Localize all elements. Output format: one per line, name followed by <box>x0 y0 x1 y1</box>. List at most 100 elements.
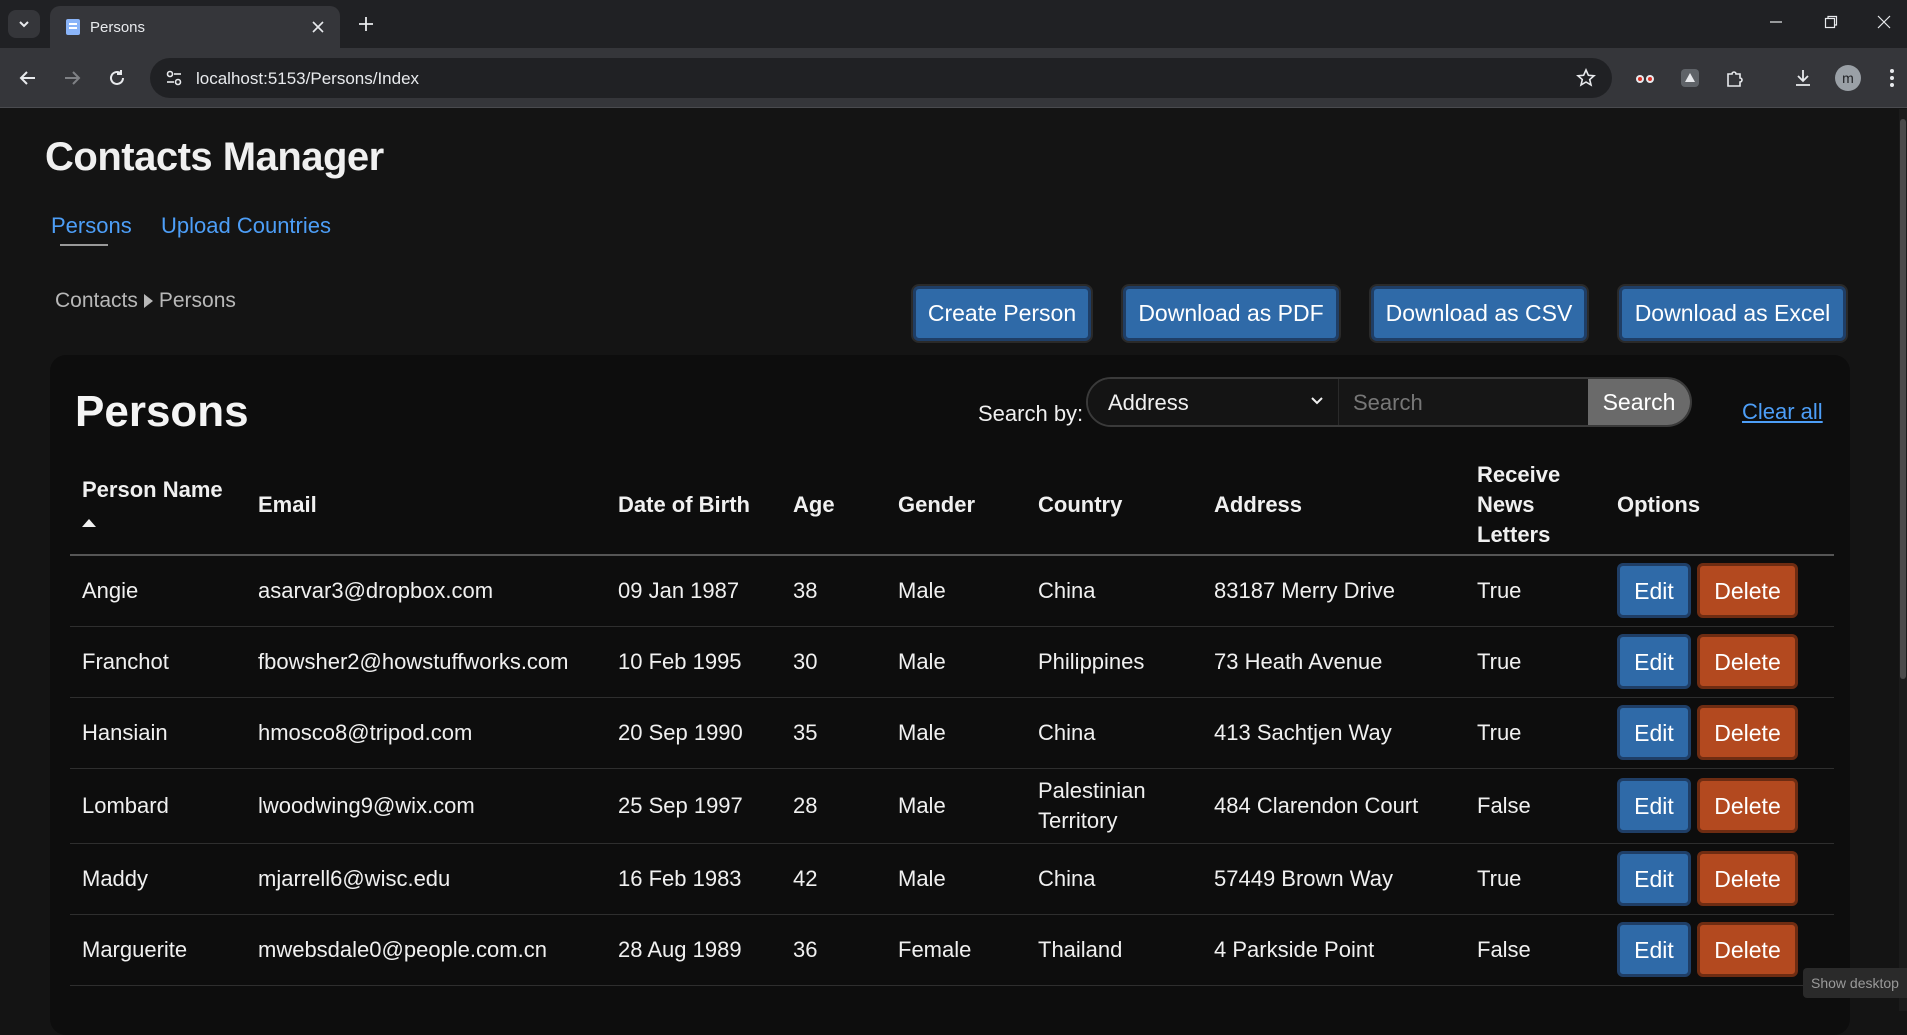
delete-button[interactable]: Delete <box>1697 705 1798 760</box>
tab-close-button[interactable] <box>306 15 330 39</box>
page-favicon-icon <box>66 19 80 35</box>
column-header-date-of-birth[interactable]: Date of Birth <box>606 455 781 556</box>
column-header-receive-news-letters[interactable]: Receive News Letters <box>1465 455 1605 556</box>
cell-gender: Male <box>886 697 1026 769</box>
breadcrumb-root[interactable]: Contacts <box>55 289 138 313</box>
restore-button[interactable] <box>1808 0 1854 44</box>
country-line: Territory <box>1038 807 1118 833</box>
cell-email: asarvar3@dropbox.com <box>246 555 606 627</box>
minimize-button[interactable] <box>1753 0 1799 44</box>
show-desktop-tooltip: Show desktop <box>1803 968 1907 998</box>
extension-button-2[interactable] <box>1676 64 1704 92</box>
cell-options: Edit Delete <box>1605 626 1834 698</box>
search-by-select[interactable]: Address <box>1088 379 1338 425</box>
search-by-value: Address <box>1108 390 1189 415</box>
reload-button[interactable] <box>101 62 133 94</box>
download-csv-button[interactable]: Download as CSV <box>1371 286 1587 341</box>
cell-gender: Male <box>886 843 1026 915</box>
cell-address: 83187 Merry Drive <box>1202 555 1465 627</box>
header-label: Person Name <box>82 476 223 502</box>
address-bar[interactable]: localhost:5153/Persons/Index <box>150 58 1612 98</box>
tune-icon <box>166 70 182 86</box>
bookmark-button[interactable] <box>1574 66 1598 90</box>
cell-country: China <box>1026 843 1202 915</box>
forward-button[interactable] <box>56 62 88 94</box>
cell-address: 57449 Brown Way <box>1202 843 1465 915</box>
cell-name: Marguerite <box>70 914 246 986</box>
delete-button[interactable]: Delete <box>1697 851 1798 906</box>
cell-name: Maddy <box>70 843 246 915</box>
edit-button[interactable]: Edit <box>1617 778 1691 833</box>
star-icon <box>1576 68 1596 87</box>
edit-button[interactable]: Edit <box>1617 922 1691 977</box>
back-button[interactable] <box>12 62 44 94</box>
cell-country: Philippines <box>1026 626 1202 698</box>
delete-button[interactable]: Delete <box>1697 778 1798 833</box>
cell-email: mwebsdale0@people.com.cn <box>246 914 606 986</box>
site-info-button[interactable] <box>162 66 186 90</box>
nav-link-upload-countries[interactable]: Upload Countries <box>161 213 331 239</box>
cell-gender: Female <box>886 914 1026 986</box>
browser-tab[interactable]: Persons <box>50 6 340 48</box>
cell-dob: 28 Aug 1989 <box>606 914 781 986</box>
page-scrollbar[interactable] <box>1899 109 1907 1011</box>
downloads-button[interactable] <box>1789 64 1817 92</box>
cell-news: False <box>1465 914 1605 986</box>
delete-button[interactable]: Delete <box>1697 634 1798 689</box>
close-window-button[interactable] <box>1861 0 1907 44</box>
tab-search-button[interactable] <box>8 10 40 38</box>
new-tab-button[interactable] <box>352 10 380 38</box>
profile-avatar[interactable]: m <box>1835 65 1861 91</box>
glasses-extension-icon <box>1636 75 1654 83</box>
cell-options: Edit Delete <box>1605 697 1834 769</box>
cell-name: Hansiain <box>70 697 246 769</box>
cell-dob: 20 Sep 1990 <box>606 697 781 769</box>
browser-menu-button[interactable] <box>1878 64 1906 92</box>
cell-address: 4 Parkside Point <box>1202 914 1465 986</box>
persons-table: Person Name Email Date of Birth Age Gend… <box>70 455 1834 986</box>
search-input[interactable]: Search <box>1338 379 1588 425</box>
cell-news: True <box>1465 555 1605 627</box>
column-header-email[interactable]: Email <box>246 455 606 556</box>
tab-title: Persons <box>90 19 146 36</box>
cell-address: 484 Clarendon Court <box>1202 768 1465 844</box>
edit-button[interactable]: Edit <box>1617 705 1691 760</box>
cell-name: Lombard <box>70 768 246 844</box>
cell-age: 42 <box>781 843 886 915</box>
cell-age: 38 <box>781 555 886 627</box>
url-text: localhost:5153/Persons/Index <box>196 69 420 88</box>
cell-gender: Male <box>886 768 1026 844</box>
download-excel-button[interactable]: Download as Excel <box>1619 286 1846 341</box>
column-header-country[interactable]: Country <box>1026 455 1202 556</box>
cell-age: 35 <box>781 697 886 769</box>
download-pdf-button[interactable]: Download as PDF <box>1123 286 1339 341</box>
column-header-person-name[interactable]: Person Name <box>70 455 246 556</box>
more-vertical-icon <box>1890 69 1894 87</box>
reload-icon <box>110 70 124 85</box>
close-icon <box>1877 15 1891 29</box>
search-group: Address Search Search <box>1086 377 1692 427</box>
edit-button[interactable]: Edit <box>1617 634 1691 689</box>
clear-all-link[interactable]: Clear all <box>1742 399 1823 425</box>
extensions-menu-button[interactable] <box>1721 64 1749 92</box>
delete-button[interactable]: Delete <box>1697 922 1798 977</box>
column-header-age[interactable]: Age <box>781 455 886 556</box>
search-button[interactable]: Search <box>1588 379 1690 425</box>
cell-dob: 25 Sep 1997 <box>606 768 781 844</box>
table-row: Angie asarvar3@dropbox.com 09 Jan 1987 3… <box>70 555 1834 627</box>
column-header-address[interactable]: Address <box>1202 455 1465 556</box>
cell-news: True <box>1465 626 1605 698</box>
edit-button[interactable]: Edit <box>1617 563 1691 619</box>
cell-country: Thailand <box>1026 914 1202 986</box>
sort-ascending-icon <box>82 518 96 527</box>
column-header-gender[interactable]: Gender <box>886 455 1026 556</box>
nav-link-persons[interactable]: Persons <box>51 213 132 239</box>
cell-age: 28 <box>781 768 886 844</box>
table-header-row: Person Name Email Date of Birth Age Gend… <box>70 455 1834 556</box>
cell-address: 413 Sachtjen Way <box>1202 697 1465 769</box>
create-person-button[interactable]: Create Person <box>913 286 1091 341</box>
extension-button-1[interactable] <box>1631 64 1659 92</box>
delete-button[interactable]: Delete <box>1697 563 1798 619</box>
scrollbar-thumb[interactable] <box>1900 119 1906 679</box>
edit-button[interactable]: Edit <box>1617 851 1691 906</box>
